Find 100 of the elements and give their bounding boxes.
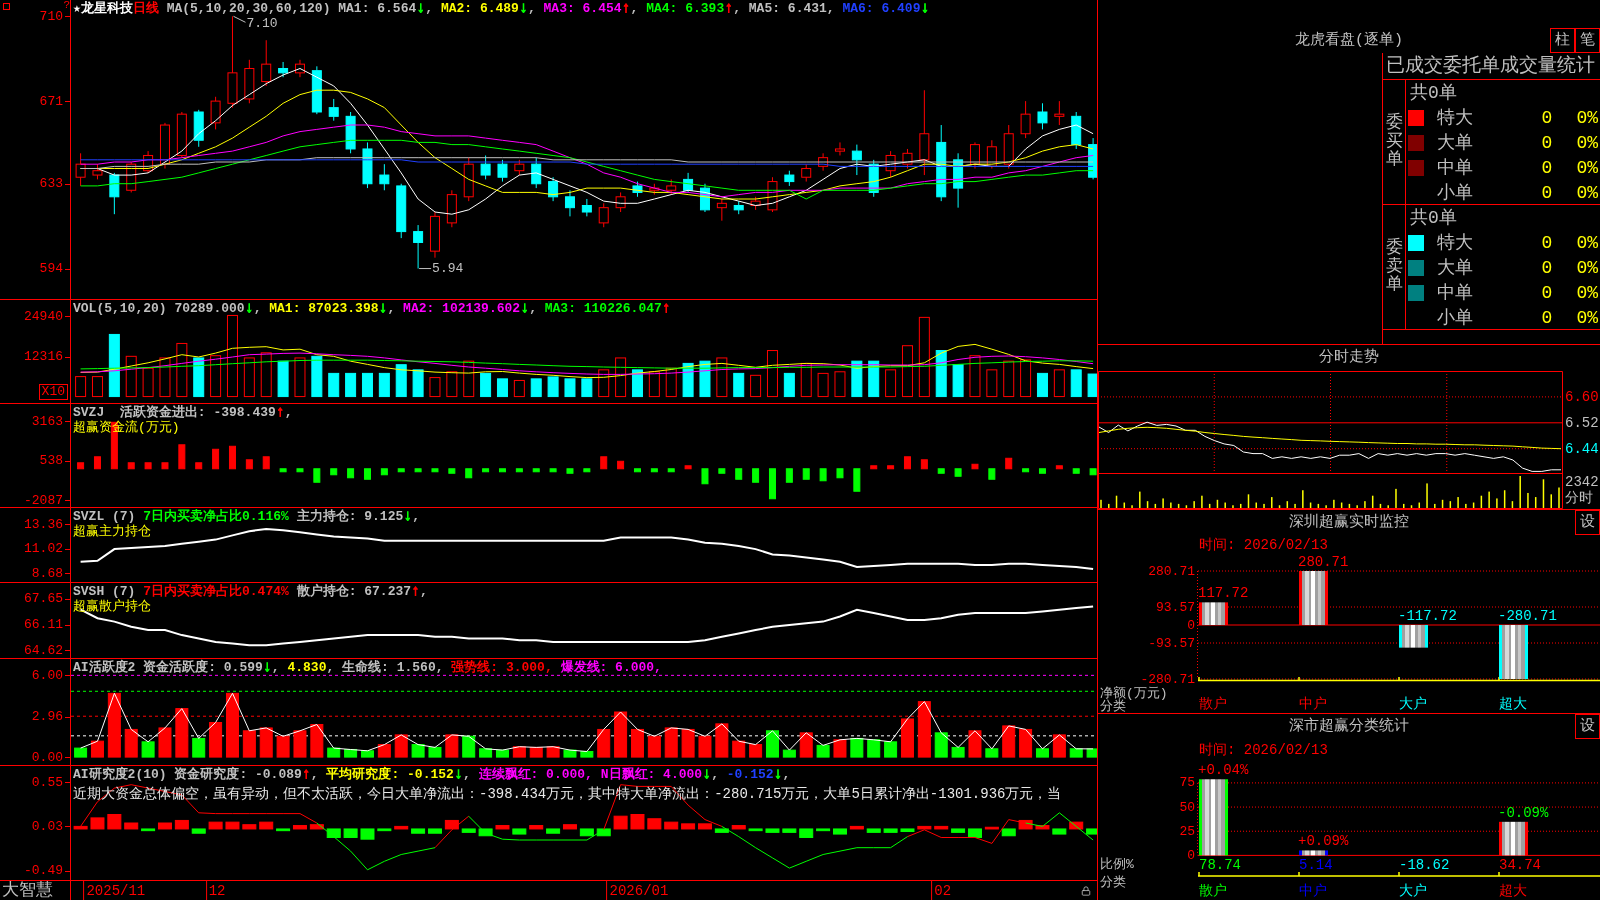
axis-label: -0.49 [24,864,63,878]
order-share: 0% [1576,232,1598,253]
date-label: 2026/01 [609,882,669,899]
candlestick [767,176,778,213]
order-size-label: 特大 [1437,107,1473,128]
candlestick [851,144,862,176]
candlestick [176,111,187,159]
candlestick [261,39,272,87]
order-share: 0% [1576,282,1598,303]
candlestick [109,172,120,215]
candlestick [210,96,221,130]
axis-title: 分类 [1100,700,1126,713]
order-count: 0 [1541,232,1553,253]
category-label: 超大 [1499,697,1527,711]
axis-label: 6.00 [31,668,63,682]
category-label: 散户 [1199,884,1227,898]
candlestick [801,163,812,183]
axis-label: 6.44 [1565,441,1599,456]
candlestick [379,163,390,191]
category-label: 大户 [1399,884,1427,898]
candlestick [1020,100,1031,139]
view-toggle-button[interactable]: 笔 [1575,28,1600,53]
candlestick [278,61,289,78]
axis-label: 66.11 [24,618,63,632]
axis-label: 11.02 [24,542,63,556]
leader-line [418,268,432,270]
axis-label: 13.36 [24,517,63,531]
candlestick [784,170,795,187]
settings-button[interactable]: 设 [1575,510,1600,535]
panel-title: 深市超赢分类统计 [1289,718,1409,736]
candlestick [750,196,761,211]
indicator-legend: SVZJ 活跃资金进出: -398.439↑, [73,405,293,420]
axis-label: 633 [39,177,63,191]
axis-label: -280.71 [1140,672,1195,686]
value-label: -280.71 [1498,609,1557,623]
high-price-label: 7.10 [246,17,278,31]
candlestick [581,198,592,217]
candlestick [514,159,525,176]
axis-label: 50 [1179,800,1195,814]
axis-label: 64.62 [24,643,63,657]
candlestick [362,141,373,189]
indicator-title: 超赢散户持仓 [73,599,151,614]
axis-label: 6.60 [1565,389,1599,404]
candlestick [716,198,727,222]
scale-label: 2342 [1565,474,1600,490]
candlestick [565,189,575,217]
value-label: 34.74 [1499,858,1541,872]
axis-label: 671 [39,94,63,108]
order-size-label: 小单 [1437,182,1473,203]
lock-icon [1081,885,1091,896]
axis-label: 710 [39,9,63,23]
candlestick [615,191,626,213]
low-price-label: 5.94 [432,262,464,276]
candlestick [953,152,964,209]
order-count: 0 [1541,182,1553,203]
candlestick [328,98,339,122]
order-size-label: 小单 [1437,307,1473,328]
order-count: 0 [1541,107,1553,128]
candlestick [75,152,86,187]
candlestick [143,150,154,174]
settings-button[interactable]: 设 [1575,714,1600,739]
panel-title: 分时走势 [1319,349,1379,367]
candlestick [683,172,694,193]
candlestick [902,148,913,170]
candlestick [885,150,896,178]
corner-mark: ? [63,0,70,11]
order-size-label: 中单 [1437,157,1473,178]
order-size-label: 特大 [1437,232,1473,253]
axis-label: 0.03 [31,819,63,833]
date-label: 02 [934,882,952,899]
order-count: 0 [1541,157,1553,178]
square-icon [3,3,10,10]
candlestick [463,157,474,202]
candlestick [92,163,103,180]
candlestick [497,159,508,183]
value-label: -117.72 [1398,609,1457,623]
axis-label: 8.68 [31,567,63,580]
change-label: +0.09% [1298,834,1349,849]
date-label: 12 [208,882,226,899]
candlestick [970,141,980,170]
value-label: 5.14 [1299,858,1333,872]
value-label: 280.71 [1298,555,1349,569]
indicator-legend: SVZL (7) 7日内买卖净占比0.116% 主力持仓: 9.125↓, [73,509,421,524]
candlestick [446,189,457,228]
candlestick [295,59,305,78]
timestamp: 时间: 2026/02/13 [1199,742,1328,758]
leader-line [233,15,246,23]
order-share: 0% [1576,157,1598,178]
candlestick [345,111,356,154]
group-label: 委买单 [1385,113,1403,171]
view-toggle-button[interactable]: 柱 [1550,28,1575,53]
indicator-legend: ★龙星科技日线 MA(5,10,20,30,60,120) MA1: 6.564↓, MA2: 6.489↓, MA3: 6.454↑, MA4: 6.393↑, MA5: 6.431, MA6: 6.409↓ [73,1,930,16]
candlestick [1003,124,1014,170]
value-label: 78.74 [1199,858,1241,872]
axis-label: 75 [1179,776,1195,790]
category-label: 散户 [1199,697,1227,711]
order-total: 共0单 [1410,82,1457,103]
candlestick [598,202,609,228]
order-share: 0% [1576,182,1598,203]
order-share: 0% [1576,132,1598,153]
